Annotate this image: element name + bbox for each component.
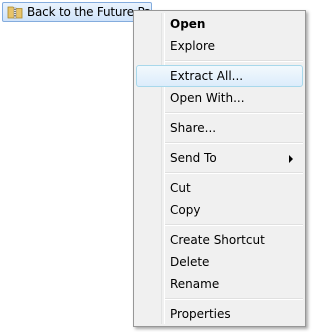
menu-item-copy[interactable]: Copy <box>136 199 303 221</box>
menu-item-label: Explore <box>170 39 216 53</box>
menu-item-open[interactable]: Open <box>136 13 303 35</box>
menu-separator <box>165 142 303 144</box>
menu-item-extract-all[interactable]: Extract All... <box>136 65 303 87</box>
menu-item-rename[interactable]: Rename <box>136 273 303 295</box>
menu-item-cut[interactable]: Cut <box>136 177 303 199</box>
menu-item-create-shortcut[interactable]: Create Shortcut <box>136 229 303 251</box>
menu-separator <box>165 298 303 300</box>
menu-separator <box>165 224 303 226</box>
menu-item-send-to[interactable]: Send To <box>136 147 303 169</box>
context-menu: Open Explore Extract All... Open With...… <box>133 10 306 327</box>
menu-item-label: Cut <box>170 181 191 195</box>
submenu-arrow-icon <box>289 155 293 163</box>
menu-item-label: Delete <box>170 255 210 269</box>
menu-separator <box>165 60 303 62</box>
menu-item-label: Extract All... <box>170 69 244 83</box>
menu-item-delete[interactable]: Delete <box>136 251 303 273</box>
menu-separator <box>165 112 303 114</box>
menu-item-label: Open With... <box>170 91 245 105</box>
menu-item-label: Create Shortcut <box>170 233 265 247</box>
menu-item-label: Send To <box>170 151 217 165</box>
menu-item-label: Rename <box>170 277 220 291</box>
menu-item-label: Properties <box>170 307 231 321</box>
menu-item-explore[interactable]: Explore <box>136 35 303 57</box>
menu-item-properties[interactable]: Properties <box>136 303 303 325</box>
menu-separator <box>165 172 303 174</box>
menu-item-label: Share... <box>170 121 217 135</box>
menu-item-label: Copy <box>170 203 201 217</box>
menu-item-open-with[interactable]: Open With... <box>136 87 303 109</box>
menu-item-share[interactable]: Share... <box>136 117 303 139</box>
zip-folder-icon <box>7 6 23 19</box>
menu-item-label: Open <box>170 17 206 31</box>
selected-file-item[interactable]: Back to the Future Part II <box>2 2 152 22</box>
